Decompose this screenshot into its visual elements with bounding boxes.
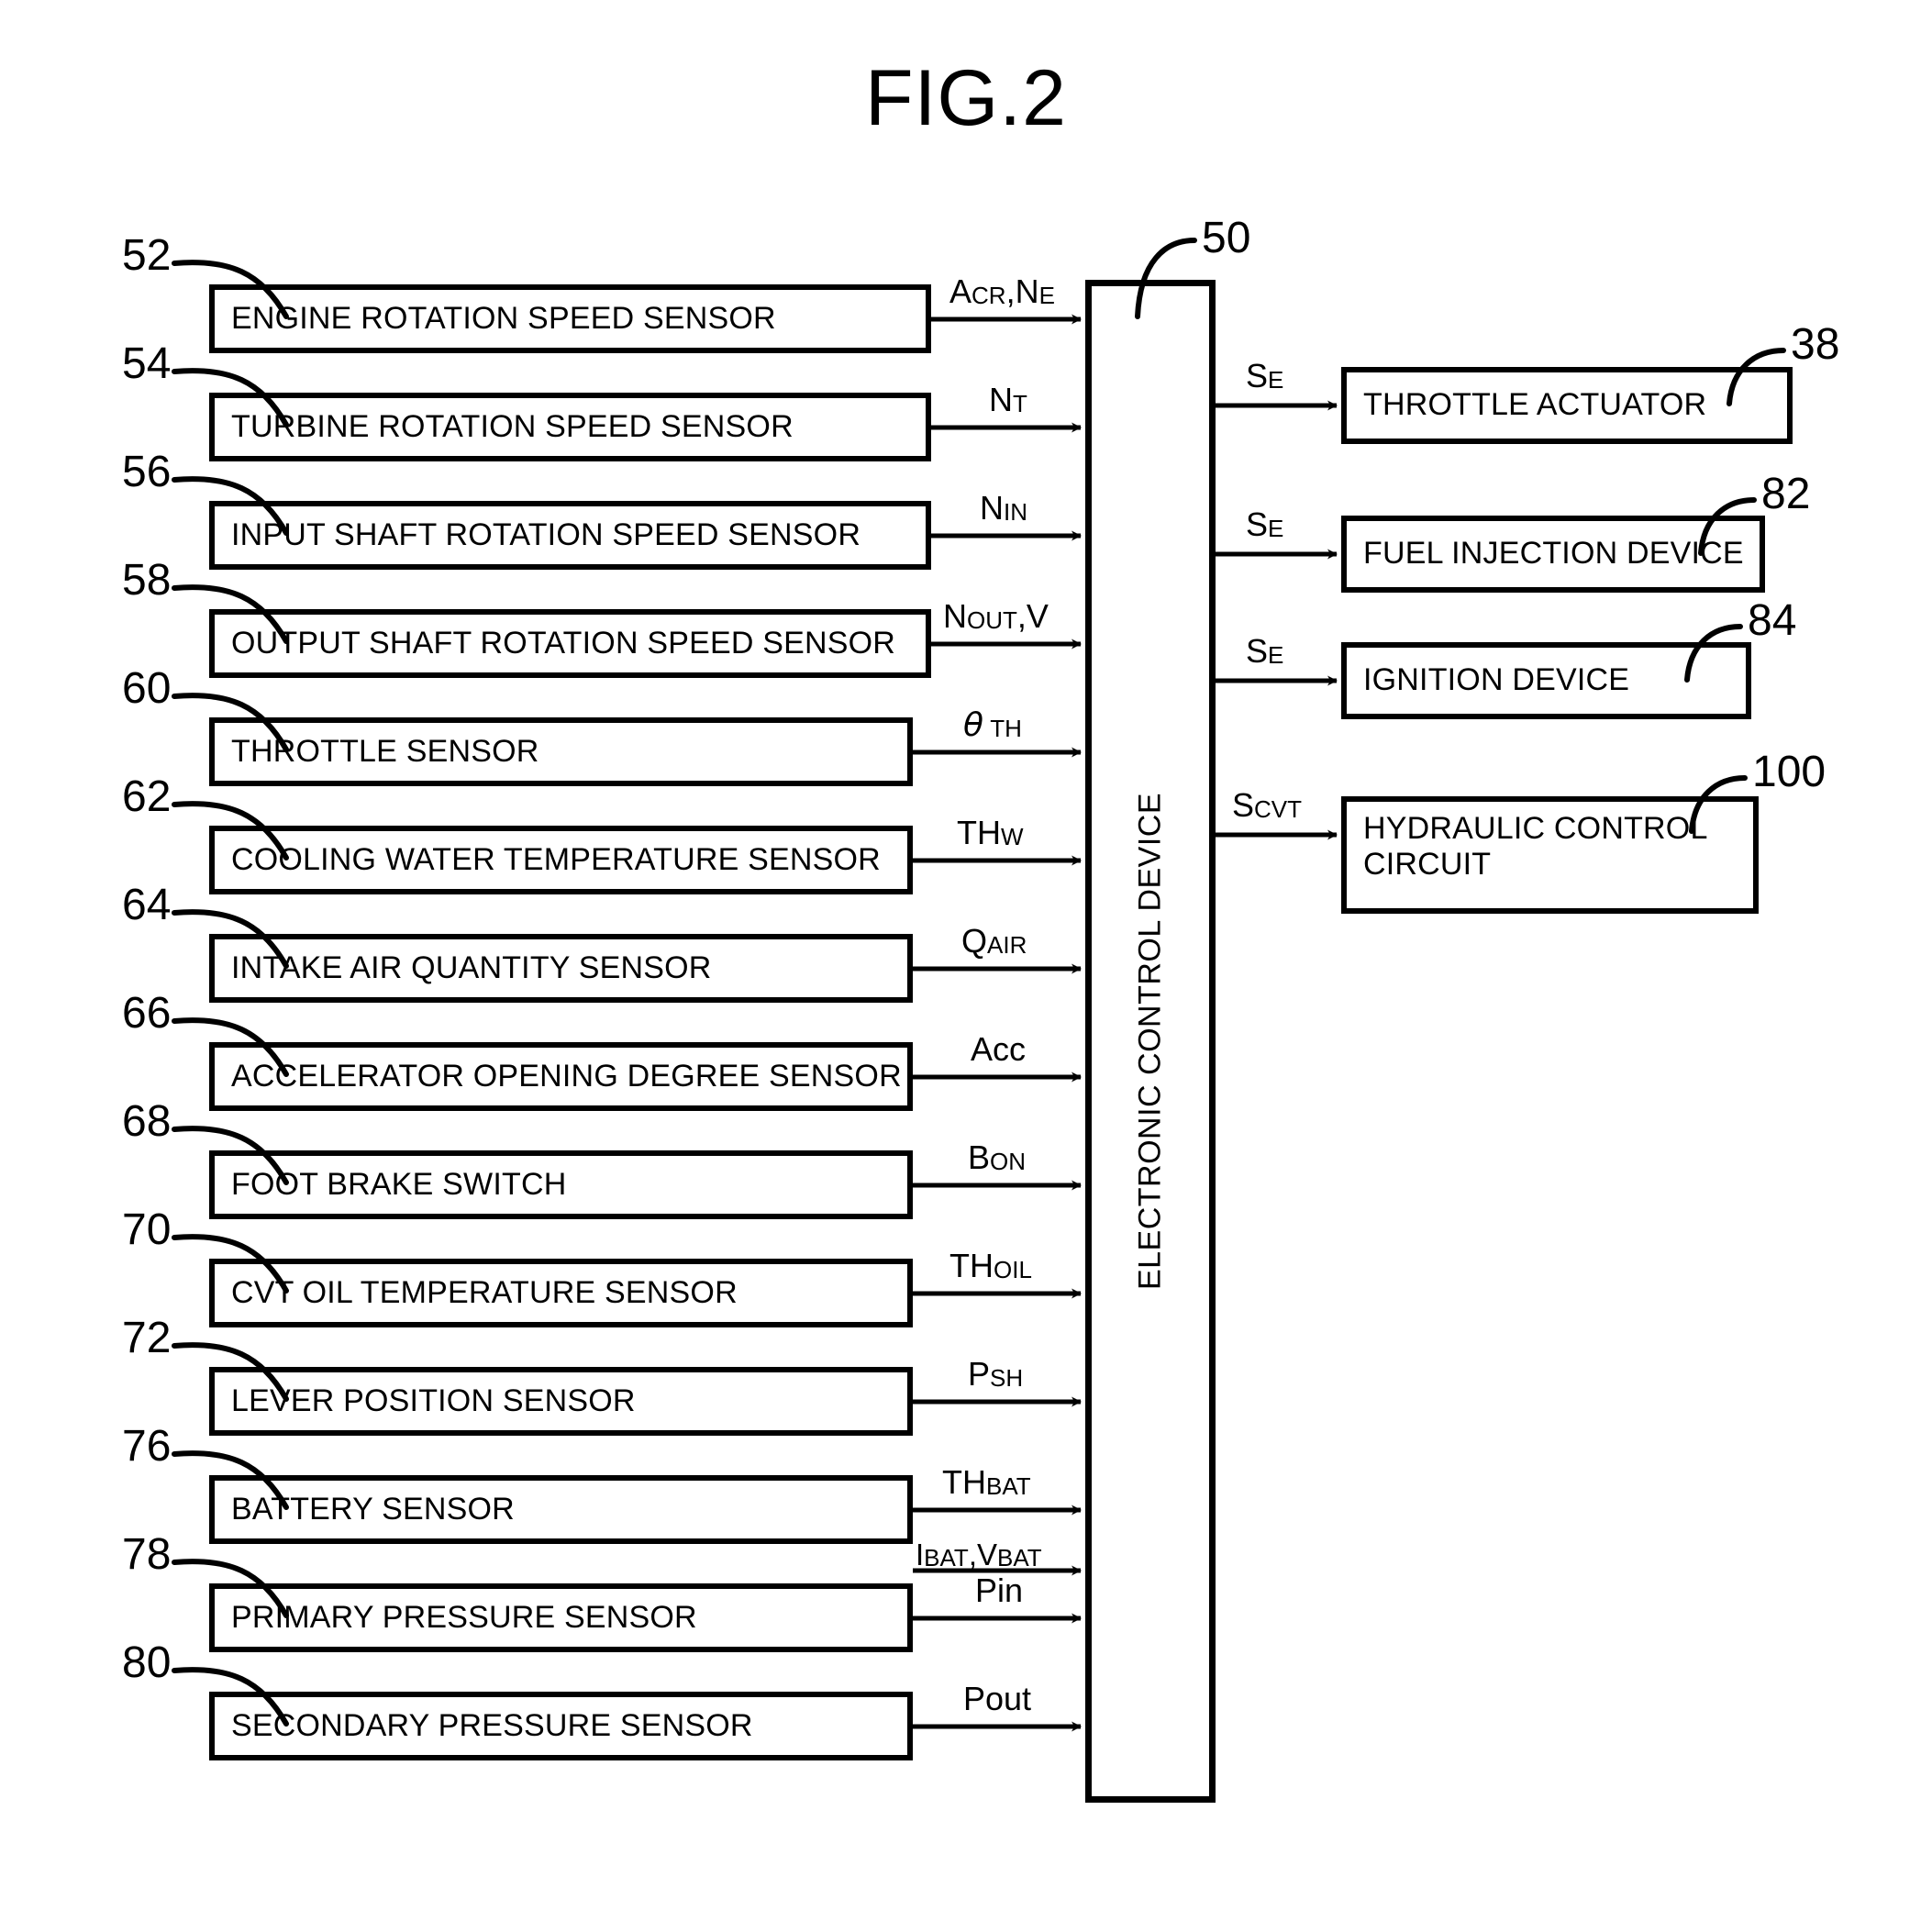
sensor-label: INTAKE AIR QUANTITY SENSOR [231,949,712,985]
actuator-box-fuel-injection-device: FUEL INJECTION DEVICE [1341,516,1765,593]
signal-label-scvt-hydraulic: SCVT [1232,786,1303,824]
reference-numeral-100: 100 [1752,748,1827,796]
sensor-box-cvt-oil-temperature: CVT OIL TEMPERATURE SENSOR [209,1259,913,1327]
actuator-label: IGNITION DEVICE [1363,662,1630,698]
signal-label-pin: Pin [975,1571,1024,1609]
sensor-label: ENGINE ROTATION SPEED SENSOR [231,300,776,336]
signal-label-thw: THW [957,814,1024,851]
signal-label-acc: Acc [971,1030,1027,1068]
sensor-label: LEVER POSITION SENSOR [231,1383,636,1418]
reference-numeral-76: 76 [122,1422,172,1471]
actuator-box-hydraulic-control-circuit: HYDRAULIC CONTROL CIRCUIT [1341,796,1759,914]
signal-label-theta-th: θ TH [963,706,1022,744]
reference-numeral-68: 68 [122,1097,172,1146]
sensor-box-accelerator-opening-degree: ACCELERATOR OPENING DEGREE SENSOR [209,1042,913,1111]
signal-label-pout: Pout [963,1680,1032,1717]
sensor-box-throttle: THROTTLE SENSOR [209,717,913,786]
sensor-label: FOOT BRAKE SWITCH [231,1166,567,1202]
reference-numeral-50: 50 [1202,214,1251,262]
reference-numeral-82: 82 [1761,470,1811,518]
figure-title: FIG.2 [864,54,1068,142]
reference-numeral-58: 58 [122,556,172,605]
actuator-label-line2: CIRCUIT [1363,847,1492,883]
actuator-label: FUEL INJECTION DEVICE [1363,536,1744,572]
sensor-box-intake-air-quantity: INTAKE AIR QUANTITY SENSOR [209,934,913,1003]
reference-numeral-70: 70 [122,1205,172,1254]
sensor-box-foot-brake-switch: FOOT BRAKE SWITCH [209,1150,913,1219]
reference-numeral-52: 52 [122,231,172,280]
sensor-label: OUTPUT SHAFT ROTATION SPEED SENSOR [231,625,896,661]
signal-label-se-throttle: SE [1246,357,1284,394]
sensor-label: COOLING WATER TEMPERATURE SENSOR [231,841,881,877]
sensor-box-secondary-pressure: SECONDARY PRESSURE SENSOR [209,1692,913,1760]
reference-numeral-62: 62 [122,772,172,821]
actuator-label-line1: HYDRAULIC CONTROL [1363,811,1708,846]
actuator-label: THROTTLE ACTUATOR [1363,387,1707,423]
sensor-label: SECONDARY PRESSURE SENSOR [231,1707,753,1743]
sensor-box-primary-pressure: PRIMARY PRESSURE SENSOR [209,1583,913,1652]
sensor-label: CVT OIL TEMPERATURE SENSOR [231,1274,738,1310]
signal-label-thoil: THOIL [949,1247,1032,1284]
reference-numeral-80: 80 [122,1638,172,1687]
output-arrows [1216,400,1338,840]
reference-numeral-56: 56 [122,448,172,496]
reference-numeral-54: 54 [122,339,172,388]
signal-label-ibat-vbat: IBAT,VBAT [916,1538,1042,1571]
reference-numeral-38: 38 [1791,320,1840,369]
actuator-box-throttle-actuator: THROTTLE ACTUATOR [1341,367,1793,444]
reference-numeral-72: 72 [122,1314,172,1362]
sensor-label: BATTERY SENSOR [231,1491,515,1527]
sensor-box-turbine-rotation-speed: TURBINE ROTATION SPEED SENSOR [209,393,931,461]
electronic-control-device-box: ELECTRONIC CONTROL DEVICE [1085,280,1216,1803]
reference-numeral-64: 64 [122,881,172,929]
actuator-box-ignition-device: IGNITION DEVICE [1341,642,1751,719]
sensor-box-cooling-water-temperature: COOLING WATER TEMPERATURE SENSOR [209,826,913,894]
reference-numeral-60: 60 [122,664,172,713]
sensor-box-output-shaft-rotation-speed: OUTPUT SHAFT ROTATION SPEED SENSOR [209,609,931,678]
figure-canvas: FIG.2 ENGINE ROTATION SPEED SENSOR TURBI… [0,0,1932,1910]
signal-label-qair: QAIR [961,922,1027,960]
reference-numeral-84: 84 [1748,596,1797,645]
sensor-label: INPUT SHAFT ROTATION SPEED SENSOR [231,516,861,552]
reference-numeral-66: 66 [122,989,172,1038]
sensor-label: THROTTLE SENSOR [231,733,539,769]
signal-label-acr-ne: ACR,NE [949,272,1055,310]
signal-label-se-ignition: SE [1246,632,1284,670]
signal-label-se-fuel: SE [1246,505,1284,543]
signal-label-bon: BON [968,1138,1027,1176]
signal-label-nout-v: NOUT,V [943,597,1049,635]
input-arrows [913,314,1082,1732]
sensor-label: PRIMARY PRESSURE SENSOR [231,1599,697,1635]
sensor-box-input-shaft-rotation-speed: INPUT SHAFT ROTATION SPEED SENSOR [209,501,931,570]
sensor-label: ACCELERATOR OPENING DEGREE SENSOR [231,1058,902,1094]
sensor-label: TURBINE ROTATION SPEED SENSOR [231,408,794,444]
signal-label-nt: NT [989,381,1027,418]
sensor-box-engine-rotation-speed: ENGINE ROTATION SPEED SENSOR [209,284,931,353]
actuator-label: HYDRAULIC CONTROL CIRCUIT [1347,811,1708,883]
sensor-box-battery: BATTERY SENSOR [209,1475,913,1544]
signal-label-psh: PSH [968,1355,1024,1393]
signal-label-thbat: THBAT [942,1463,1031,1501]
reference-numeral-78: 78 [122,1530,172,1579]
ecu-label: ELECTRONIC CONTROL DEVICE [1132,792,1168,1291]
sensor-box-lever-position: LEVER POSITION SENSOR [209,1367,913,1436]
signal-label-nin: NIN [980,489,1027,527]
